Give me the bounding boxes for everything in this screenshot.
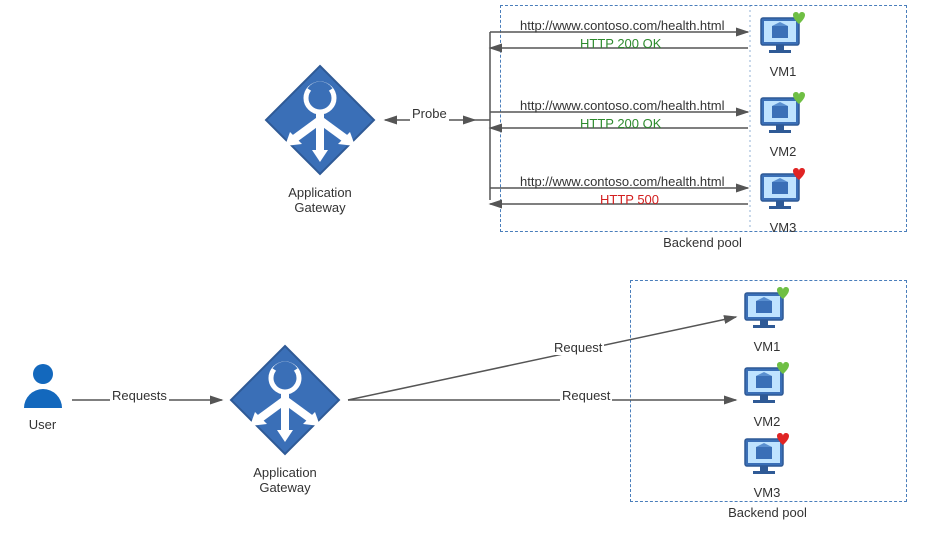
vm3-status: HTTP 500 (600, 192, 659, 207)
vm2-status: HTTP 200 OK (580, 116, 661, 131)
vm1-status: HTTP 200 OK (580, 36, 661, 51)
vm3-top: VM3 (758, 171, 808, 235)
vm2-bottom: VM2 (742, 365, 792, 429)
vm1-url: http://www.contoso.com/health.html (520, 18, 724, 33)
vm1-top: VM1 (758, 15, 808, 79)
vm3-url: http://www.contoso.com/health.html (520, 174, 724, 189)
request-label-2: Request (560, 388, 612, 403)
vm3-bottom: VM3 (742, 436, 792, 500)
request-label-1: Request (552, 340, 604, 355)
vm1-bottom: VM1 (742, 290, 792, 354)
vm2-url: http://www.contoso.com/health.html (520, 98, 724, 113)
vm2-top: VM2 (758, 95, 808, 159)
requests-label: Requests (110, 388, 169, 403)
probe-label: Probe (410, 106, 449, 121)
